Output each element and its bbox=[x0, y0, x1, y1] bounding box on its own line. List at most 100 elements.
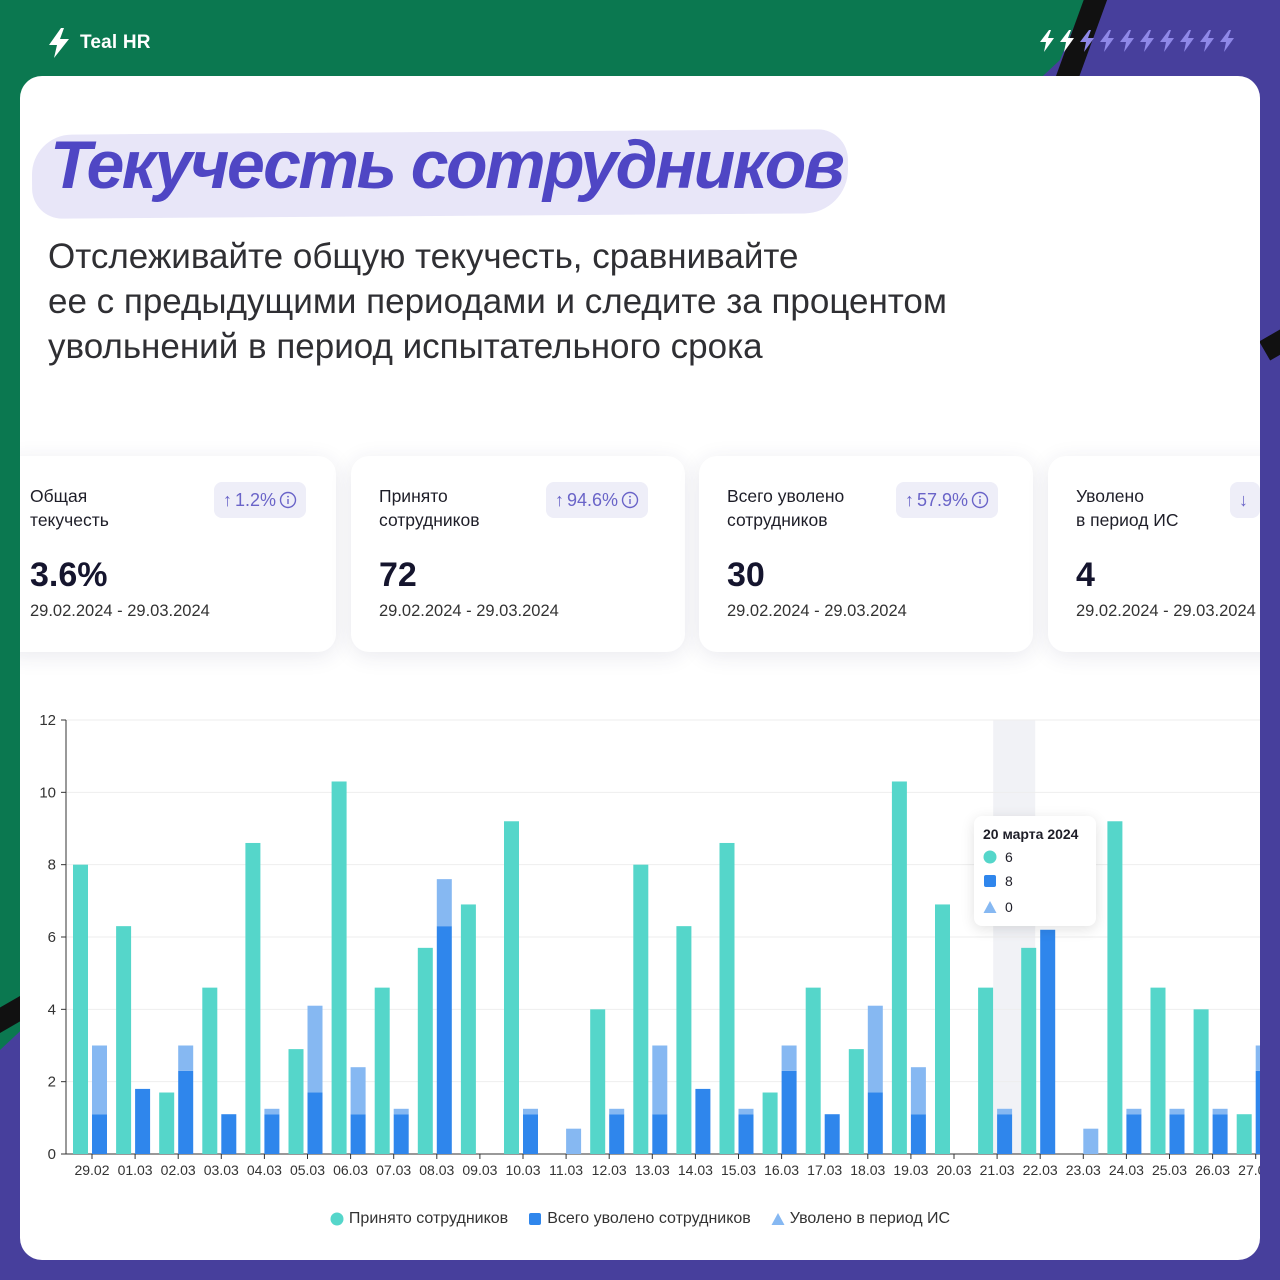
kpi-value: 3.6% bbox=[30, 556, 108, 594]
bar-fired bbox=[1169, 1114, 1185, 1154]
bar-hired bbox=[891, 781, 907, 1154]
bar-fired bbox=[135, 1088, 151, 1154]
kpi-label: Принято сотрудников bbox=[379, 484, 480, 532]
kpi-label: Всего уволено сотрудников bbox=[727, 484, 844, 532]
bar-fired bbox=[652, 1114, 668, 1154]
kpi-change-badge: ↓ bbox=[1230, 482, 1260, 518]
kpi-value: 30 bbox=[727, 556, 765, 594]
bar-fired-probation bbox=[523, 1108, 538, 1115]
page-subtitle: Отслеживайте общую текучесть, сравнивайт… bbox=[48, 234, 1098, 369]
kpi-period: 29.02.2024 - 29.03.2024 bbox=[1076, 602, 1256, 620]
bar-chart: 0 2 4 6 8 10 12 29.02 01.03 02.03 03.03 04.03 05.03 0… bbox=[39, 712, 1260, 1178]
kpi-period: 29.02.2024 - 29.03.2024 bbox=[727, 602, 907, 620]
x-tick-label: 20.03 bbox=[936, 1162, 971, 1178]
bar-hired bbox=[848, 1049, 864, 1154]
bar-hired bbox=[504, 821, 519, 1154]
bar-hired bbox=[202, 987, 218, 1154]
x-tick-label: 26.03 bbox=[1195, 1162, 1230, 1178]
bar-fired bbox=[350, 1114, 366, 1154]
kpi-period: 29.02.2024 - 29.03.2024 bbox=[30, 602, 210, 620]
subtitle-line: увольнений в период испытательного срока bbox=[48, 327, 763, 366]
chart-tooltip: 20 марта 2024 6 8 0 bbox=[974, 816, 1096, 926]
bar-fired bbox=[738, 1114, 754, 1154]
bar-hired bbox=[762, 1092, 778, 1154]
bar-fired-probation bbox=[1255, 1045, 1260, 1071]
x-tick-label: 01.03 bbox=[118, 1162, 153, 1178]
x-tick-label: 18.03 bbox=[850, 1162, 885, 1178]
bar-fired bbox=[523, 1114, 538, 1154]
bar-fired-probation bbox=[350, 1067, 366, 1115]
kpi-label-line: Принято bbox=[379, 486, 448, 506]
legend-label: Всего уволено сотрудников bbox=[547, 1210, 751, 1227]
info-icon[interactable] bbox=[279, 491, 297, 509]
bar-hired bbox=[676, 926, 692, 1154]
bar-hired bbox=[417, 947, 433, 1154]
x-tick-label: 21.03 bbox=[980, 1162, 1015, 1178]
y-tick-label: 4 bbox=[48, 1001, 56, 1018]
y-tick-label: 6 bbox=[48, 929, 56, 946]
triangle-marker-icon bbox=[771, 1213, 785, 1225]
bar-fired-probation bbox=[1212, 1108, 1228, 1115]
tooltip-value: 6 bbox=[1005, 849, 1013, 865]
kpi-change-badge: ↑ 94.6% bbox=[546, 482, 649, 518]
tooltip-row-fired: 8 bbox=[983, 873, 1013, 889]
x-tick-label: 15.03 bbox=[721, 1162, 756, 1178]
legend-item-probation[interactable]: Уволено в период ИС bbox=[771, 1210, 950, 1228]
subtitle-line: ее с предыдущими периодами и следите за … bbox=[48, 282, 947, 321]
arrow-up-icon: ↑ bbox=[905, 489, 914, 510]
x-tick-label: 23.03 bbox=[1066, 1162, 1101, 1178]
kpi-change-badge: ↑ 57.9% bbox=[896, 482, 999, 518]
x-tick-label: 17.03 bbox=[807, 1162, 842, 1178]
x-tick-label: 25.03 bbox=[1152, 1162, 1187, 1178]
circle-marker-icon bbox=[983, 850, 997, 864]
info-icon[interactable] bbox=[621, 491, 639, 509]
bar-fired-probation bbox=[738, 1108, 754, 1115]
brand-name: Teal HR bbox=[80, 32, 151, 53]
arrow-up-icon: ↑ bbox=[223, 489, 232, 510]
lightning-icon bbox=[1220, 30, 1234, 52]
kpi-card-total-turnover: Общая текучесть ↑ 1.2% 3.6% 29.02.2024 -… bbox=[20, 456, 336, 652]
bar-fired-probation bbox=[781, 1045, 797, 1071]
bar-fired-probation bbox=[1169, 1108, 1185, 1115]
tooltip-row-probation: 0 bbox=[983, 899, 1013, 915]
bar-fired bbox=[867, 1092, 883, 1154]
x-tick-label: 05.03 bbox=[290, 1162, 325, 1178]
y-tick-label: 12 bbox=[39, 712, 56, 729]
bar-hired bbox=[590, 1009, 606, 1154]
square-marker-icon bbox=[984, 875, 996, 887]
kpi-value: 72 bbox=[379, 556, 417, 594]
kpi-value: 4 bbox=[1076, 556, 1095, 594]
bar-fired-probation bbox=[436, 879, 452, 927]
bar-fired bbox=[609, 1114, 625, 1154]
tooltip-value: 8 bbox=[1005, 873, 1013, 889]
bar-fired bbox=[1212, 1114, 1228, 1154]
bar-fired-probation bbox=[566, 1128, 582, 1154]
x-tick-label: 02.03 bbox=[161, 1162, 196, 1178]
bar-fired bbox=[307, 1092, 323, 1154]
bar-hired bbox=[719, 842, 735, 1154]
info-icon[interactable] bbox=[971, 491, 989, 509]
x-tick-label: 04.03 bbox=[247, 1162, 282, 1178]
chart-legend: Принято сотрудников Всего уволено сотруд… bbox=[20, 1210, 1260, 1228]
bar-hired bbox=[331, 781, 347, 1154]
bar-fired bbox=[1040, 929, 1056, 1154]
bar-hired bbox=[935, 904, 950, 1154]
square-marker-icon bbox=[529, 1213, 542, 1225]
bar-fired bbox=[695, 1088, 711, 1154]
kpi-change-badge: ↑ 1.2% bbox=[214, 482, 307, 518]
legend-item-fired[interactable]: Всего уволено сотрудников bbox=[528, 1210, 751, 1228]
bar-fired-probation bbox=[307, 1005, 323, 1093]
x-tick-label: 13.03 bbox=[635, 1162, 670, 1178]
kpi-period: 29.02.2024 - 29.03.2024 bbox=[379, 602, 559, 620]
bar-fired-probation bbox=[867, 1005, 883, 1093]
lightning-icon bbox=[1080, 30, 1094, 52]
bar-fired-probation bbox=[92, 1045, 107, 1115]
bar-hired bbox=[116, 926, 132, 1154]
bar-fired-probation bbox=[910, 1067, 926, 1115]
arrow-up-icon: ↑ bbox=[555, 489, 564, 510]
header-bolts bbox=[1038, 30, 1236, 52]
bar-hired bbox=[1193, 1009, 1209, 1154]
bar-hired bbox=[1236, 1114, 1252, 1154]
legend-item-hired[interactable]: Принято сотрудников bbox=[330, 1210, 508, 1228]
kpi-change: 57.9% bbox=[917, 489, 969, 510]
